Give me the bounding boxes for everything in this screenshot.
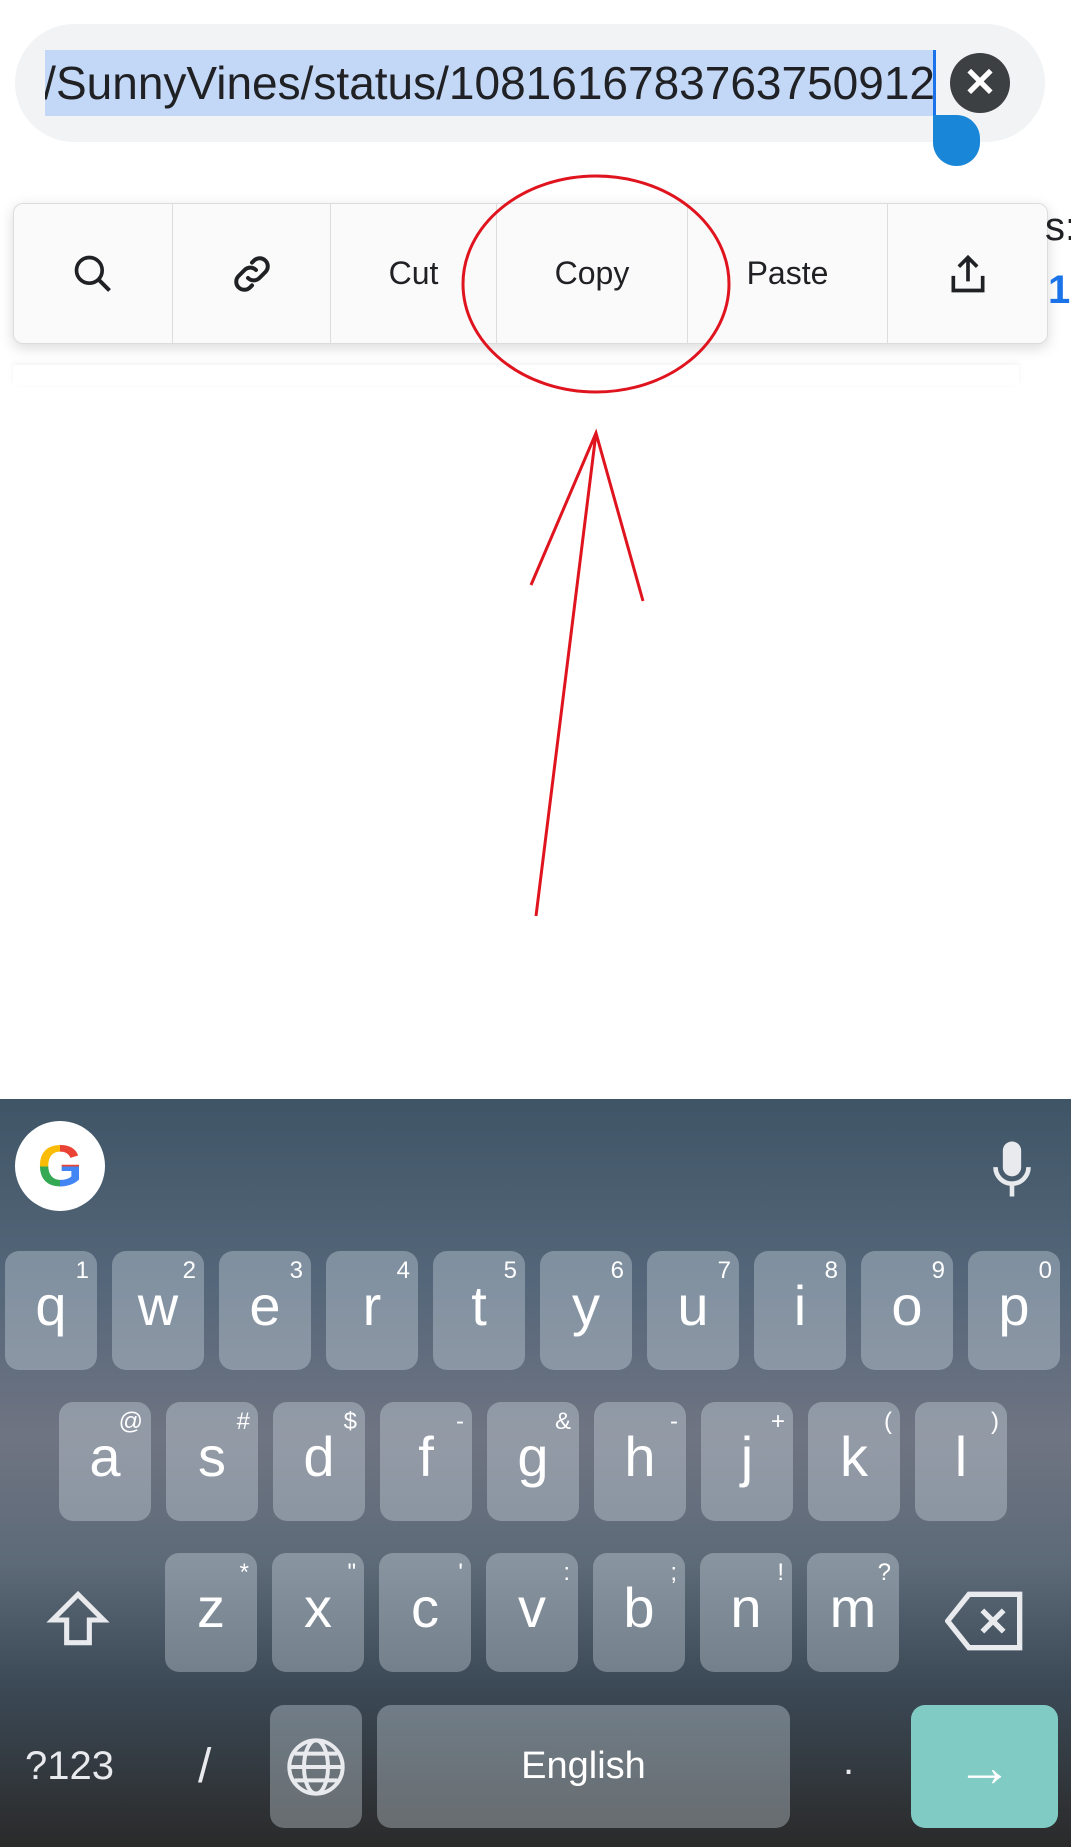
- key-label: z: [197, 1576, 225, 1639]
- key-n[interactable]: ! n: [700, 1553, 792, 1672]
- key-t[interactable]: 5t: [433, 1251, 525, 1370]
- key-i[interactable]: 8i: [754, 1251, 846, 1370]
- symbols-key[interactable]: ?123: [25, 1744, 114, 1789]
- key-label: m: [829, 1576, 877, 1639]
- annotation-overlay: [461, 174, 731, 917]
- key-label: f: [418, 1425, 434, 1488]
- globe-icon: [287, 1737, 345, 1796]
- key-label: a: [89, 1425, 121, 1488]
- key-label: u: [677, 1274, 709, 1337]
- key-label: b: [623, 1576, 655, 1639]
- key-w[interactable]: 2w: [112, 1251, 204, 1370]
- key-o[interactable]: 9o: [861, 1251, 953, 1370]
- key-q[interactable]: 1q: [5, 1251, 97, 1370]
- key-y[interactable]: 6y: [540, 1251, 632, 1370]
- key-label: g: [517, 1425, 549, 1488]
- key-label: j: [740, 1425, 754, 1488]
- key-r[interactable]: 4r: [326, 1251, 418, 1370]
- annotation-circle: [461, 174, 731, 394]
- key-label: s: [198, 1425, 226, 1488]
- key-m[interactable]: ? m: [807, 1553, 899, 1672]
- key-label: l: [954, 1425, 968, 1488]
- key-j[interactable]: + j: [701, 1402, 793, 1521]
- key-label: c: [411, 1576, 439, 1639]
- key-label: r: [362, 1274, 382, 1337]
- shift-icon[interactable]: [44, 1586, 112, 1654]
- space-label: English: [521, 1745, 646, 1787]
- slash-key[interactable]: /: [198, 1739, 211, 1794]
- backspace-icon[interactable]: [945, 1589, 1025, 1653]
- key-p[interactable]: 0p: [968, 1251, 1060, 1370]
- key-c[interactable]: ' c: [379, 1553, 471, 1672]
- key-b[interactable]: ; b: [593, 1553, 685, 1672]
- key-l[interactable]: ) l: [915, 1402, 1007, 1521]
- keyboard: G 1 q 2 w 3 e 4 r 5 t 6 y 7 u 8 i 9 o 0 p @ a # s $ d - f & g - h + j(k) l…: [0, 1099, 1071, 1847]
- key-z[interactable]: * z: [165, 1553, 257, 1672]
- key-label: o: [891, 1274, 923, 1337]
- key-v[interactable]: :v: [486, 1553, 578, 1672]
- arrow-right-icon: →: [956, 1735, 1013, 1798]
- key-label: k: [840, 1425, 868, 1488]
- key-label: y: [572, 1274, 600, 1337]
- period-key[interactable]: .: [843, 1739, 854, 1784]
- key-d[interactable]: $ d: [273, 1402, 365, 1521]
- key-e[interactable]: 3e: [219, 1251, 311, 1370]
- key-h[interactable]: -h: [594, 1402, 686, 1521]
- key-label: p: [998, 1274, 1030, 1337]
- key-g[interactable]: & g: [487, 1402, 579, 1521]
- key-label: e: [249, 1274, 281, 1337]
- language-switch-key[interactable]: [270, 1705, 362, 1828]
- key-label: i: [793, 1274, 807, 1337]
- key-a[interactable]: @ a: [59, 1402, 151, 1521]
- microphone-icon[interactable]: [990, 1137, 1034, 1201]
- key-label: w: [137, 1274, 179, 1337]
- google-icon[interactable]: G: [15, 1121, 105, 1211]
- annotation-arrow: [529, 428, 645, 917]
- key-label: x: [304, 1576, 332, 1639]
- space-key[interactable]: English: [377, 1705, 790, 1828]
- key-k[interactable]: (k: [808, 1402, 900, 1521]
- key-label: q: [35, 1274, 67, 1337]
- key-x[interactable]: " x: [272, 1553, 364, 1672]
- key-u[interactable]: 7u: [647, 1251, 739, 1370]
- key-f[interactable]: -f: [380, 1402, 472, 1521]
- key-label: n: [730, 1576, 762, 1639]
- key-label: t: [471, 1274, 487, 1337]
- key-label: v: [518, 1576, 546, 1639]
- key-s[interactable]: # s: [166, 1402, 258, 1521]
- key-label: h: [624, 1425, 656, 1488]
- key-label: d: [303, 1425, 335, 1488]
- enter-key[interactable]: →: [911, 1705, 1058, 1828]
